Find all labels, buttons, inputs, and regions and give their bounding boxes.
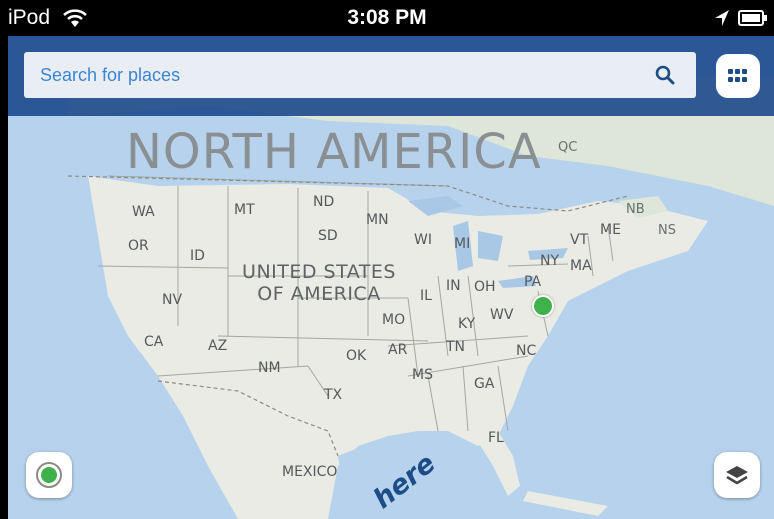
state-label: OH xyxy=(474,279,496,295)
state-label: ID xyxy=(190,248,205,264)
grid-menu-icon xyxy=(728,69,750,85)
state-label: MT xyxy=(234,202,255,218)
province-label-nb: NB xyxy=(626,202,645,217)
state-label: WI xyxy=(414,232,432,248)
search-icon[interactable] xyxy=(654,64,676,91)
state-label: WA xyxy=(132,204,155,220)
state-label: VT xyxy=(570,232,589,248)
state-label: CA xyxy=(144,334,164,350)
country-label-mexico: MEXICO xyxy=(282,464,338,480)
state-label: NY xyxy=(540,253,560,269)
state-label: MA xyxy=(570,258,592,274)
state-label: TN xyxy=(446,339,466,355)
state-label: NV xyxy=(162,292,183,308)
state-label: OR xyxy=(128,238,149,254)
status-bar: iPod 3:08 PM xyxy=(0,0,774,36)
current-location-pin[interactable] xyxy=(532,295,554,317)
state-label: AR xyxy=(388,342,408,358)
locate-me-icon xyxy=(36,462,62,488)
state-label: MO xyxy=(382,312,406,328)
state-label: OK xyxy=(346,348,367,364)
state-label: SD xyxy=(318,228,338,244)
province-label-ns: NS xyxy=(658,223,676,238)
country-label-usa: UNITED STATES OF AMERICA xyxy=(234,261,404,305)
state-label: AZ xyxy=(208,338,228,354)
state-label: NC xyxy=(516,343,537,359)
state-label: NM xyxy=(258,360,281,376)
state-label: TX xyxy=(324,387,343,403)
state-label: FL xyxy=(488,430,504,446)
layers-icon xyxy=(726,466,748,485)
state-label: KY xyxy=(458,316,476,332)
location-arrow-icon xyxy=(714,9,730,32)
state-label: PA xyxy=(524,274,542,290)
battery-icon xyxy=(738,10,768,31)
clock: 3:08 PM xyxy=(347,6,427,29)
state-label: GA xyxy=(474,376,495,392)
search-header: Search for places xyxy=(8,36,774,116)
country-label-line1: UNITED STATES xyxy=(242,261,396,283)
state-label: ME xyxy=(600,222,621,238)
continent-label: NORTH AMERICA xyxy=(126,124,542,180)
state-label: MS xyxy=(412,367,433,383)
state-label: IL xyxy=(420,288,432,304)
state-label: WV xyxy=(490,307,514,323)
state-label: MN xyxy=(366,212,389,228)
province-label-qc: QC xyxy=(558,140,578,155)
state-label: IN xyxy=(446,278,461,294)
search-placeholder: Search for places xyxy=(40,65,181,85)
locate-me-button[interactable] xyxy=(26,452,72,498)
state-label: MI xyxy=(454,236,471,252)
map-layers-button[interactable] xyxy=(714,452,760,498)
country-label-line2: OF AMERICA xyxy=(257,283,381,305)
grid-menu-button[interactable] xyxy=(716,54,760,98)
phone-screen: iPod 3:08 PM NORTH AMERICA QC NB NS UNIT… xyxy=(0,0,774,519)
search-input[interactable]: Search for places xyxy=(24,52,696,98)
state-label: ND xyxy=(313,194,335,210)
